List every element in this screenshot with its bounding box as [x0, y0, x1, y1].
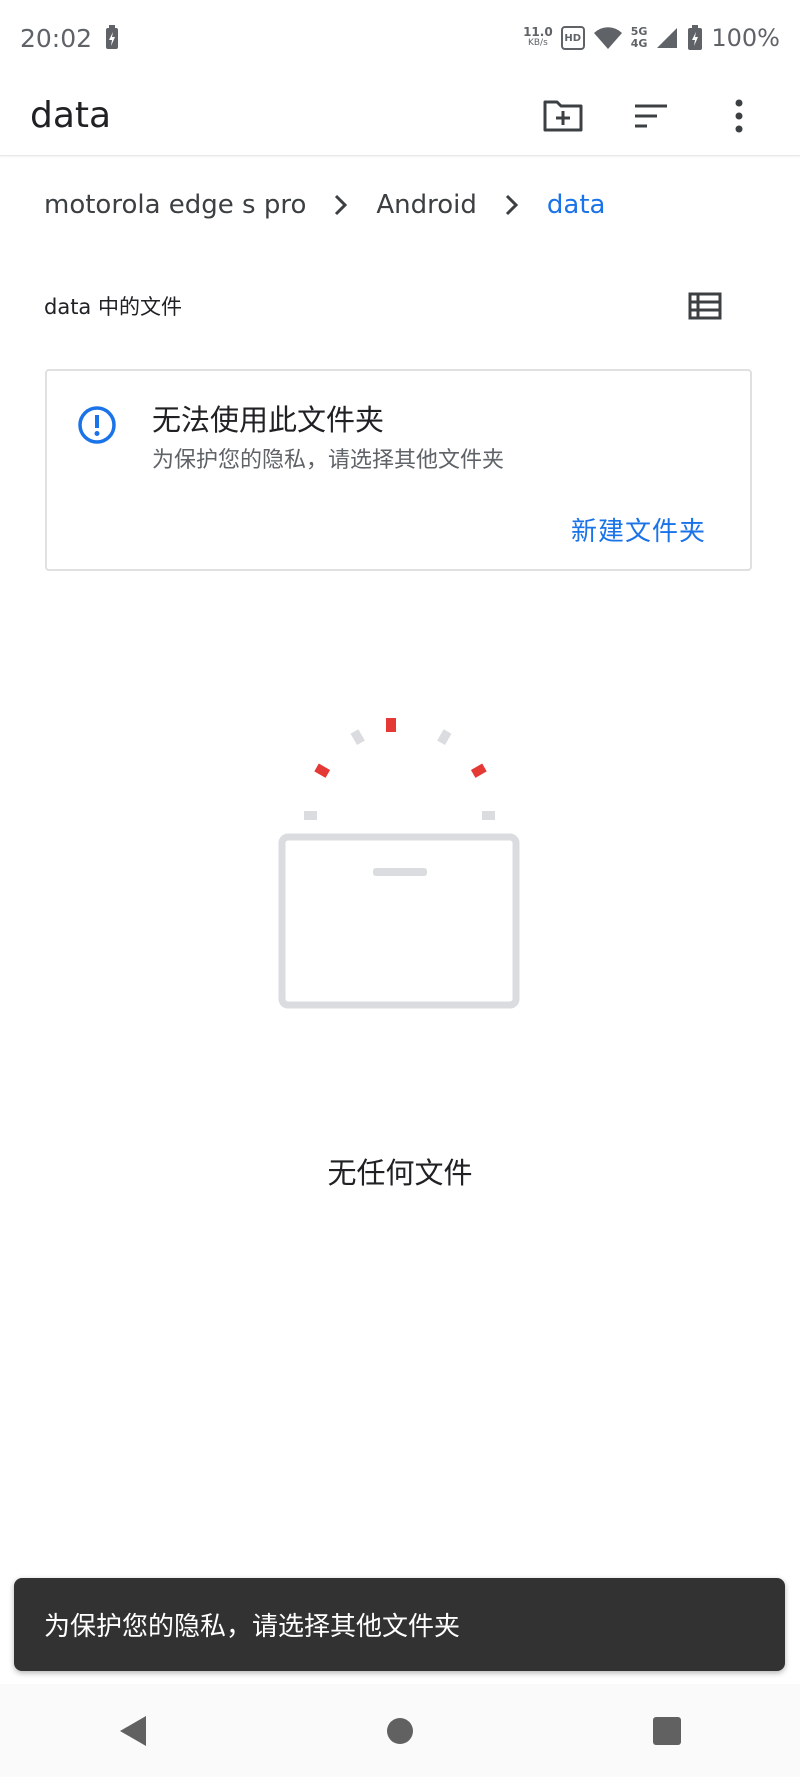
back-icon: [120, 1715, 147, 1746]
mobile-network: 5G 4G: [631, 26, 648, 50]
status-right: 11.0 KB/s HD 5G 4G 100%: [523, 24, 780, 52]
sort-icon: [635, 104, 667, 127]
home-icon: [386, 1717, 413, 1744]
net-speed-value: 11.0: [523, 25, 553, 39]
more-options-button[interactable]: [714, 91, 764, 141]
new-folder-button[interactable]: [538, 91, 588, 141]
page-title: data: [30, 95, 112, 136]
status-bar: 20:02 11.0 KB/s HD 5G 4G 100%: [0, 0, 800, 76]
view-toggle-button[interactable]: [680, 281, 730, 331]
system-nav-bar: [0, 1684, 800, 1777]
network-4g: 4G: [630, 37, 648, 50]
chevron-right-icon: [505, 194, 519, 216]
notice-subtitle: 为保护您的隐私，请选择其他文件夹: [152, 448, 505, 473]
notice-card: 无法使用此文件夹 为保护您的隐私，请选择其他文件夹 新建文件夹: [45, 369, 752, 571]
list-view-icon: [688, 292, 722, 320]
back-button[interactable]: [93, 1691, 173, 1771]
sort-button[interactable]: [626, 91, 676, 141]
files-section-header: data 中的文件: [44, 284, 730, 328]
battery-icon: [688, 25, 703, 50]
breadcrumb: motorola edge s pro Android data: [44, 180, 606, 230]
recents-button[interactable]: [627, 1691, 707, 1771]
info-alert-icon: [78, 406, 116, 444]
breadcrumb-item-device[interactable]: motorola edge s pro: [44, 190, 306, 220]
notice-title: 无法使用此文件夹: [152, 403, 385, 437]
status-left: 20:02: [20, 24, 120, 53]
app-bar-actions: [538, 91, 764, 141]
new-folder-link[interactable]: 新建文件夹: [571, 511, 706, 548]
section-title: data 中的文件: [44, 295, 182, 319]
status-time: 20:02: [20, 23, 93, 53]
battery-percent: 100%: [711, 24, 780, 52]
recents-icon: [652, 1716, 681, 1745]
breadcrumb-item-android[interactable]: Android: [376, 190, 477, 220]
empty-state-text: 无任何文件: [327, 1156, 473, 1190]
home-button[interactable]: [360, 1691, 440, 1771]
new-folder-icon: [543, 100, 583, 131]
net-speed: 11.0 KB/s: [523, 25, 553, 49]
breadcrumb-item-data[interactable]: data: [547, 190, 606, 220]
wifi-icon: [593, 27, 622, 49]
hd-icon: HD: [560, 26, 585, 50]
more-options-icon: [735, 99, 743, 132]
snackbar: 为保护您的隐私，请选择其他文件夹: [14, 1578, 785, 1671]
net-speed-unit: KB/s: [527, 38, 548, 48]
chevron-right-icon: [335, 194, 348, 216]
empty-folder-illustration: [278, 718, 520, 1009]
hd-label: HD: [564, 32, 582, 44]
signal-icon: [657, 28, 678, 48]
battery-saver-icon: [106, 25, 119, 49]
app-bar: data: [0, 76, 800, 156]
snackbar-text: 为保护您的隐私，请选择其他文件夹: [44, 1612, 461, 1642]
